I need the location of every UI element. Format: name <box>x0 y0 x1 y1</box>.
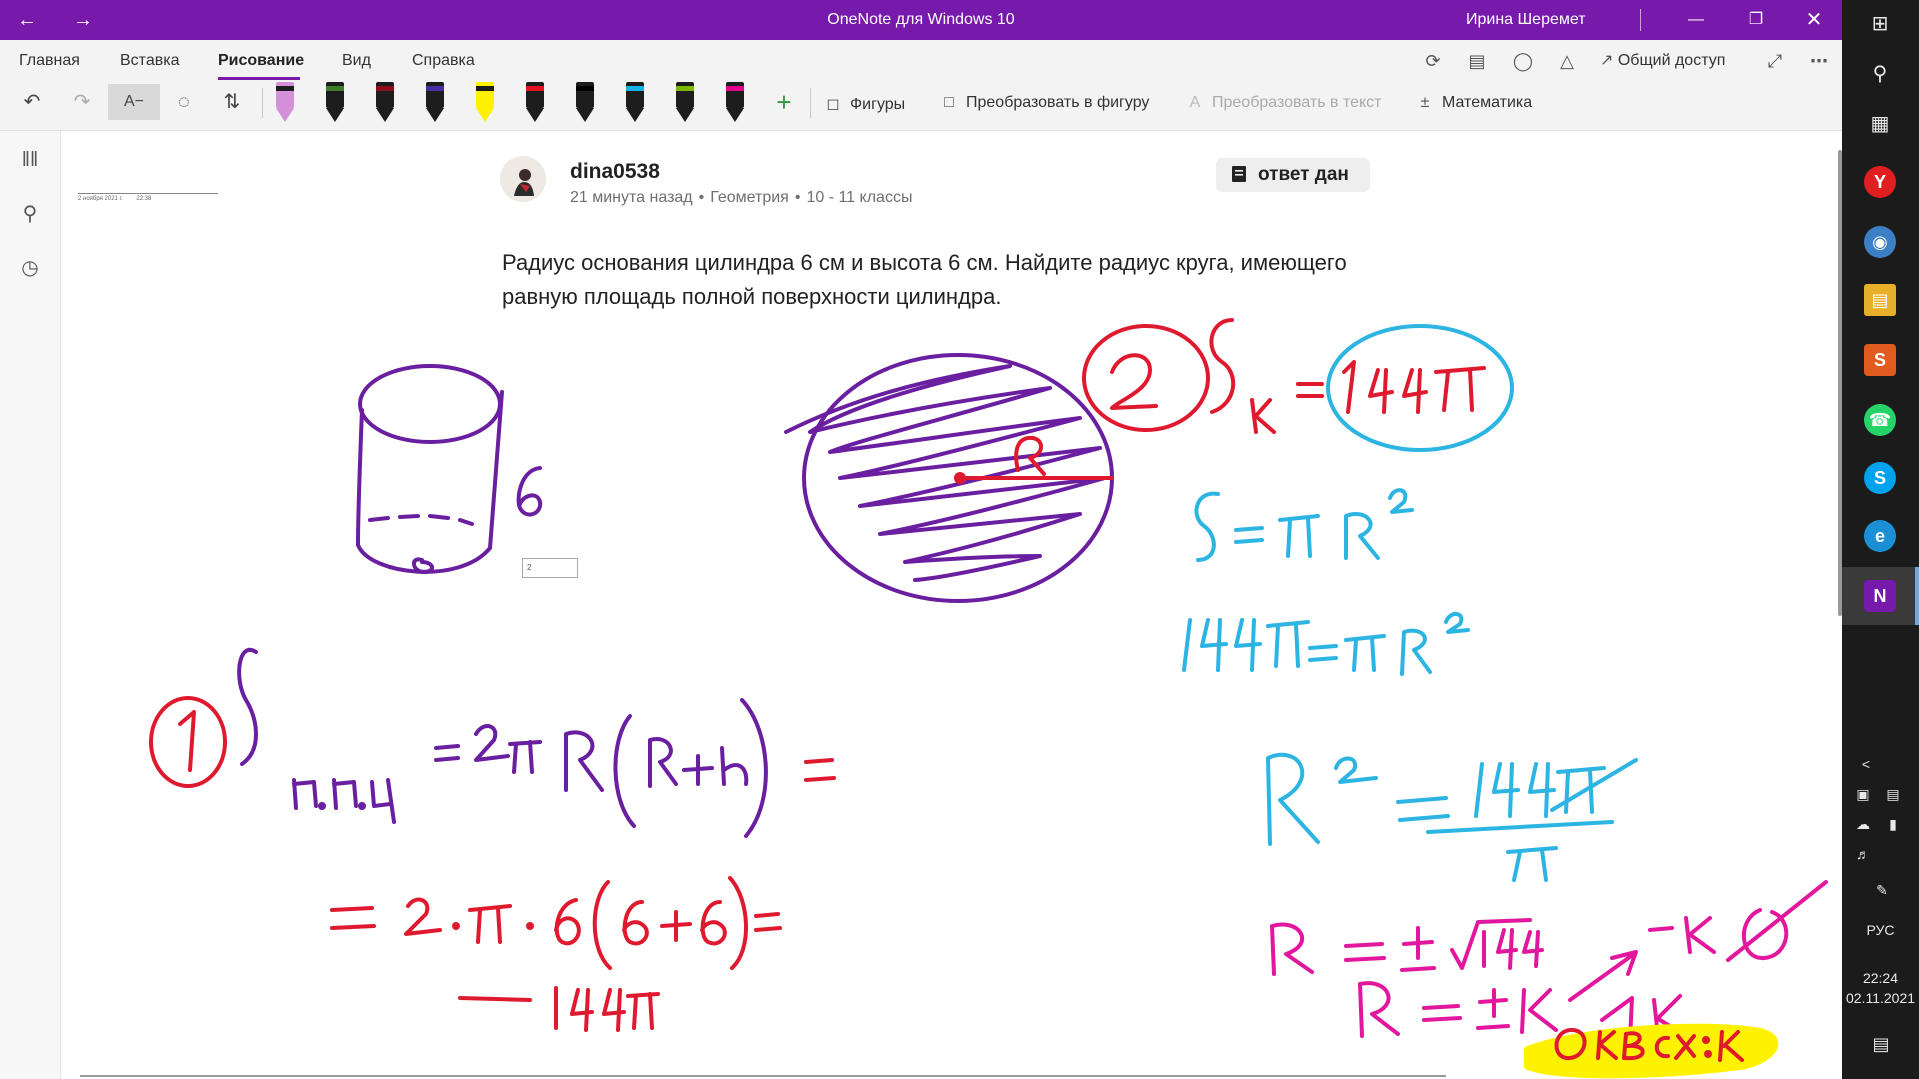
onedrive-icon[interactable]: ☁ <box>1852 816 1874 833</box>
page-date-stamp: 2 ноября 2021 г. 22:38 <box>78 193 218 202</box>
highlighter-yellow-icon[interactable] <box>474 82 496 124</box>
author-name[interactable]: dina0538 <box>570 160 660 184</box>
webcam-icon[interactable]: ▣ <box>1852 786 1874 803</box>
shapes-icon: ◻ <box>826 96 840 113</box>
search-icon[interactable]: ⚲ <box>17 201 43 227</box>
pen-light-blue-icon[interactable] <box>624 82 646 124</box>
action-center-icon[interactable]: ▤ <box>1866 1034 1896 1055</box>
edge-icon[interactable]: e <box>1864 520 1896 552</box>
restore-icon[interactable]: ❐ <box>1736 6 1776 34</box>
ink-select-icon[interactable]: A− <box>108 84 160 120</box>
mini-input[interactable]: 2 <box>522 558 578 578</box>
fullscreen-icon[interactable]: ⤢ <box>1762 48 1788 74</box>
ink-to-shape-icon: □ <box>944 94 954 111</box>
pen-black-icon[interactable] <box>574 82 596 124</box>
pen-purple-icon[interactable] <box>424 82 446 124</box>
stamp-time: 22:38 <box>136 196 152 202</box>
tab-insert[interactable]: Вставка <box>120 52 179 70</box>
battery-icon[interactable]: ▮ <box>1882 816 1904 833</box>
ink-to-shape-label: Преобразовать в фигуру <box>966 94 1150 111</box>
ribbon: Главная Вставка Рисование Вид Справка ⟳ … <box>0 40 1842 131</box>
language-indicator[interactable]: РУС <box>1842 922 1919 938</box>
ink-to-text-icon: A <box>1189 94 1201 111</box>
galaxy-pen-icon[interactable] <box>324 82 346 124</box>
pen-magenta-icon[interactable] <box>724 82 746 124</box>
volume-icon[interactable]: ♬ <box>1852 846 1874 862</box>
clock-date[interactable]: 02.11.2021 <box>1842 990 1919 1006</box>
badge-label: ответ дан <box>1258 164 1349 185</box>
subject[interactable]: Геометрия <box>710 189 789 206</box>
clock-time[interactable]: 22:24 <box>1842 970 1919 986</box>
page-bottom-line <box>80 1075 1446 1077</box>
share-icon: ↗ <box>1600 52 1614 69</box>
add-pen-icon[interactable]: + <box>766 84 802 120</box>
navigation-rail: ‖‖ ⚲ ◷ <box>0 131 61 1079</box>
windows-start-icon[interactable]: ⊞ <box>1862 6 1898 42</box>
notebooks-icon[interactable]: ‖‖ <box>17 147 43 173</box>
share-button[interactable]: ↗ Общий доступ <box>1600 50 1725 70</box>
pen-green-icon[interactable] <box>674 82 696 124</box>
task-view-icon[interactable]: ▦ <box>1862 106 1898 142</box>
ink-to-shape-button[interactable]: □ Преобразовать в фигуру <box>938 94 1149 112</box>
question-text: Радиус основания цилиндра 6 см и высота … <box>502 250 1347 309</box>
bell-icon[interactable]: △ <box>1554 48 1580 74</box>
show-hidden-icons-icon[interactable]: < <box>1856 756 1876 772</box>
pen-workspace-icon[interactable]: ✎ <box>1868 882 1896 899</box>
document-icon <box>1232 166 1246 182</box>
active-tab-indicator <box>218 77 300 80</box>
title-separator <box>1640 9 1641 31</box>
ribbon-divider <box>262 88 263 118</box>
math-icon: ± <box>1420 94 1430 111</box>
highlighter-pink-icon[interactable] <box>274 82 296 124</box>
ink-to-text-button[interactable]: A Преобразовать в текст <box>1184 94 1382 112</box>
undo-icon[interactable]: ↶ <box>14 84 50 120</box>
tab-view[interactable]: Вид <box>342 52 371 70</box>
redo-icon[interactable]: ↷ <box>64 84 100 120</box>
math-label: Математика <box>1442 94 1533 111</box>
pen-red-icon[interactable] <box>524 82 546 124</box>
add-space-icon[interactable]: ⇅ <box>214 84 250 120</box>
file-explorer-icon[interactable]: ▤ <box>1864 284 1896 316</box>
minimize-icon[interactable]: — <box>1676 6 1716 34</box>
pen-dark-red-icon[interactable] <box>374 82 396 124</box>
more-icon[interactable]: ⋯ <box>1806 48 1832 74</box>
math-button[interactable]: ± Математика <box>1414 94 1533 112</box>
grade: 10 - 11 классы <box>806 189 913 206</box>
user-name[interactable]: Ирина Шеремет <box>1466 11 1586 29</box>
taskbar-search-icon[interactable]: ⚲ <box>1862 56 1898 92</box>
ribbon-divider <box>810 88 811 118</box>
shapes-label: Фигуры <box>850 96 906 113</box>
tab-home[interactable]: Главная <box>19 52 80 70</box>
lasso-select-icon[interactable]: ◌ <box>166 84 202 120</box>
close-icon[interactable]: ✕ <box>1794 6 1834 34</box>
onenote-icon[interactable]: N <box>1864 580 1896 612</box>
sync-icon[interactable]: ⟳ <box>1420 48 1446 74</box>
skype-icon[interactable]: S <box>1864 462 1896 494</box>
share-label: Общий доступ <box>1617 52 1726 69</box>
ink-to-text-label: Преобразовать в текст <box>1212 94 1382 111</box>
notebook-icon[interactable]: ▤ <box>1464 48 1490 74</box>
paint-icon[interactable]: ◉ <box>1864 226 1896 258</box>
sublime-text-icon[interactable]: S <box>1864 344 1896 376</box>
status-badge: ответ дан <box>1216 158 1370 192</box>
title-bar: ← → OneNote для Windows 10 Ирина Шеремет… <box>0 0 1842 40</box>
tab-help[interactable]: Справка <box>412 52 475 70</box>
yandex-browser-icon[interactable]: Y <box>1864 166 1896 198</box>
tab-draw[interactable]: Рисование <box>218 52 304 70</box>
stamp-date: 2 ноября 2021 г. <box>78 196 123 202</box>
post-meta: 21 минута назад • Геометрия • 10 - 11 классы <box>570 189 913 206</box>
avatar <box>500 156 546 202</box>
display-icon[interactable]: ▤ <box>1882 786 1904 803</box>
active-app-indicator <box>1915 567 1919 625</box>
recent-icon[interactable]: ◷ <box>17 255 43 281</box>
shapes-button[interactable]: ◻ Фигуры <box>822 94 905 114</box>
lightbulb-icon[interactable]: ◯ <box>1510 48 1536 74</box>
time-ago: 21 минута назад <box>570 189 693 206</box>
whatsapp-icon[interactable]: ☎ <box>1864 404 1896 436</box>
